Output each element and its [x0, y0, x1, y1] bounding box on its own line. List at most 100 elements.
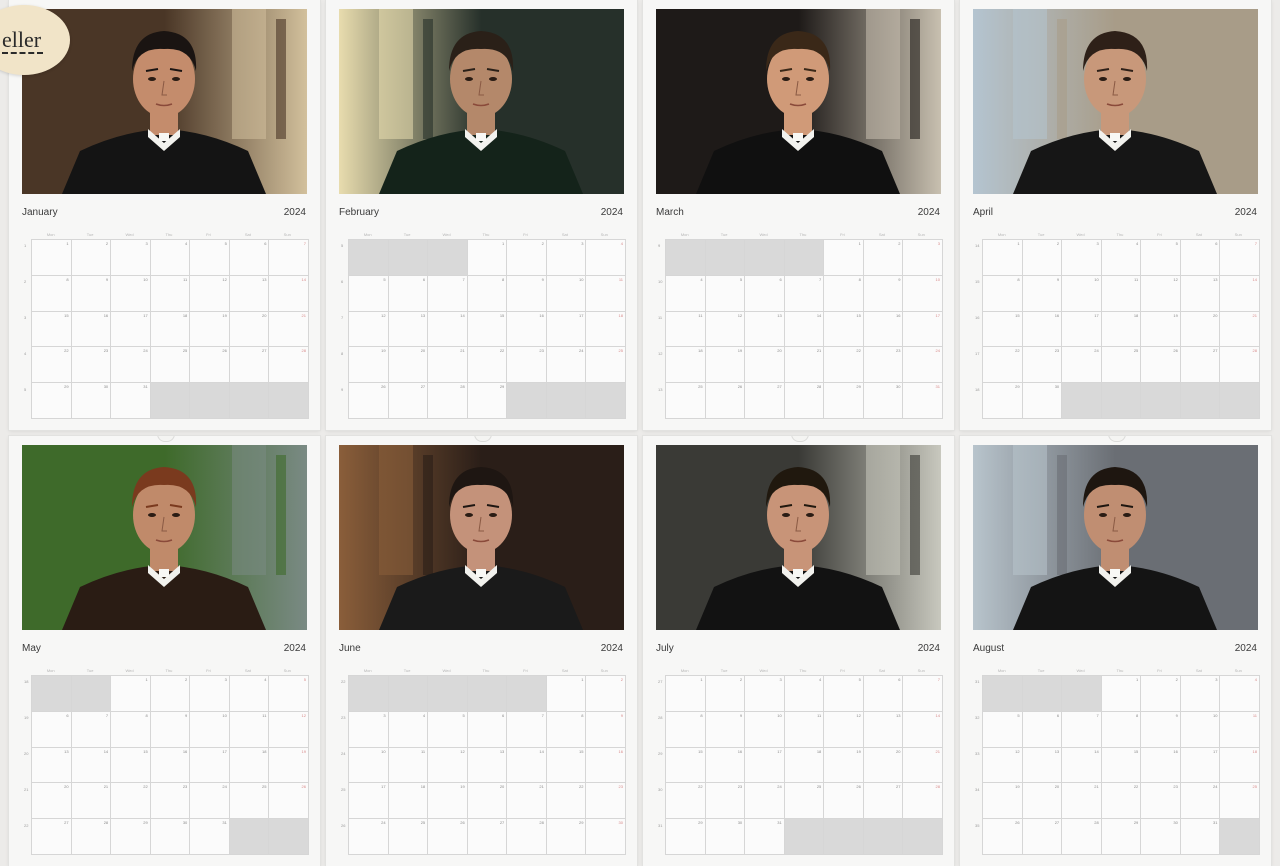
day-cell: 27 [863, 783, 903, 819]
day-cell: 17 [546, 311, 586, 347]
weekday-label: Mon [363, 668, 372, 673]
day-cell: 14 [903, 711, 942, 747]
day-cell: 8 [111, 711, 150, 747]
day-number: 30 [1054, 384, 1060, 390]
day-cell: 23 [705, 783, 745, 819]
month-label: April [973, 207, 994, 218]
day-number: 4 [620, 241, 623, 246]
day-cell: 6 [32, 711, 71, 747]
week-number: 31 [658, 823, 663, 828]
day-number: 2 [739, 677, 743, 682]
day-cell: 19 [190, 311, 229, 347]
day-cell: 9 [586, 711, 625, 747]
day-number: 9 [1175, 712, 1178, 718]
day-cell: 19 [824, 747, 863, 783]
day-cell: 27 [1180, 347, 1220, 383]
day-cell: 8 [467, 275, 507, 311]
day-number: 18 [261, 748, 267, 754]
day-number: 27 [420, 384, 426, 390]
week-number: 20 [24, 751, 29, 756]
day-number: 30 [618, 820, 623, 826]
day-cell: 16 [507, 311, 546, 347]
day-number: 12 [460, 748, 465, 754]
day-cell: 7 [784, 275, 824, 311]
day-cell: 20 [863, 747, 903, 783]
day-cell: 18 [1101, 311, 1141, 347]
weekday-label: Thu [482, 668, 490, 673]
day-cell: 13 [32, 747, 71, 783]
day-number: 2 [620, 677, 623, 682]
seller-badge-text: eller [2, 27, 44, 54]
day-number: 30 [737, 820, 743, 826]
day-number: 27 [64, 820, 69, 826]
day-cell: 14 [1220, 275, 1259, 311]
day-cell: 5 [1141, 240, 1180, 275]
day-number: 16 [103, 312, 109, 318]
day-number: 24 [143, 348, 148, 354]
day-cell: 7 [71, 711, 111, 747]
day-cell: 26 [824, 783, 863, 819]
day-cell: 29 [983, 383, 1022, 418]
day-number: 24 [381, 820, 386, 826]
day-cell: 1 [1101, 676, 1141, 711]
day-cell: 2 [1141, 676, 1180, 711]
day-number: 28 [460, 384, 465, 390]
calendar-page-april: April 2024 Mon Tue Wed Thu Fri Sat Sun 1 2 3 4 5 6 7 8 9 1… [960, 0, 1271, 430]
day-number: 21 [1252, 312, 1257, 318]
weekday-label: Tue [86, 668, 94, 673]
day-cell: 22 [824, 347, 863, 383]
day-cell: 5 [428, 711, 467, 747]
day-number: 8 [1136, 712, 1139, 718]
weekday-label: Tue [1037, 668, 1045, 673]
day-number: 6 [779, 276, 782, 282]
day-cell: 19 [983, 783, 1022, 819]
day-cell: 31 [1180, 819, 1220, 854]
empty-cell [1062, 383, 1101, 418]
day-number: 30 [182, 820, 188, 826]
year-label: 2024 [1234, 643, 1257, 654]
day-cell: 28 [71, 819, 111, 854]
day-number: 17 [578, 312, 584, 318]
day-number: 27 [777, 384, 782, 390]
day-cell: 30 [586, 819, 625, 854]
calendar-page-march: March 2024 Mon Tue Wed Thu Fri Sat Sun 1 2 3 4 5 6 7 8 9 1… [643, 0, 954, 430]
weekday-label: Mon [680, 668, 689, 673]
day-cell: 21 [1062, 783, 1101, 819]
empty-cell [229, 819, 269, 854]
week-number: 5 [24, 387, 27, 392]
day-cell: 27 [467, 819, 507, 854]
calendar-page-may: May 2024 Mon Tue Wed Thu Fri Sat Sun 1 2 3 4 5 6 7 8 9 10 1… [9, 436, 320, 866]
day-number: 3 [383, 712, 386, 718]
day-cell: 1 [666, 676, 705, 711]
day-cell: 21 [428, 347, 467, 383]
day-number: 16 [895, 312, 901, 318]
month-photo [656, 9, 941, 194]
day-number: 6 [1215, 241, 1218, 246]
day-number: 27 [1212, 348, 1218, 354]
day-cell: 9 [705, 711, 745, 747]
day-number: 24 [222, 784, 227, 790]
day-cell: 17 [111, 311, 150, 347]
day-number: 31 [222, 820, 227, 826]
day-cell: 4 [1101, 240, 1141, 275]
day-number: 8 [502, 276, 505, 282]
day-number: 4 [1136, 241, 1139, 246]
weekday-label: Wed [759, 668, 768, 673]
day-number: 19 [1173, 312, 1178, 318]
weekday-label: Sun [283, 232, 291, 237]
day-number: 5 [383, 276, 386, 282]
day-cell: 20 [745, 347, 784, 383]
day-cell: 12 [1141, 275, 1180, 311]
month-label: January [22, 207, 58, 218]
day-number: 27 [1054, 820, 1060, 826]
day-number: 16 [539, 312, 544, 318]
day-cell: 30 [71, 383, 111, 418]
day-cell: 13 [1180, 275, 1220, 311]
day-cell: 14 [784, 311, 824, 347]
day-cell: 11 [388, 747, 428, 783]
month-grid: 1 2 3 4 5 6 7 8 9 10 11 12 13 14 15 16 17 18 19 20 21 22 23 24 2… [31, 239, 309, 419]
day-cell: 31 [111, 383, 150, 418]
day-number: 8 [581, 712, 584, 718]
weekday-header: Mon Tue Wed Thu Fri Sat Sun [982, 232, 1258, 238]
weekday-label: Sat [878, 232, 885, 237]
